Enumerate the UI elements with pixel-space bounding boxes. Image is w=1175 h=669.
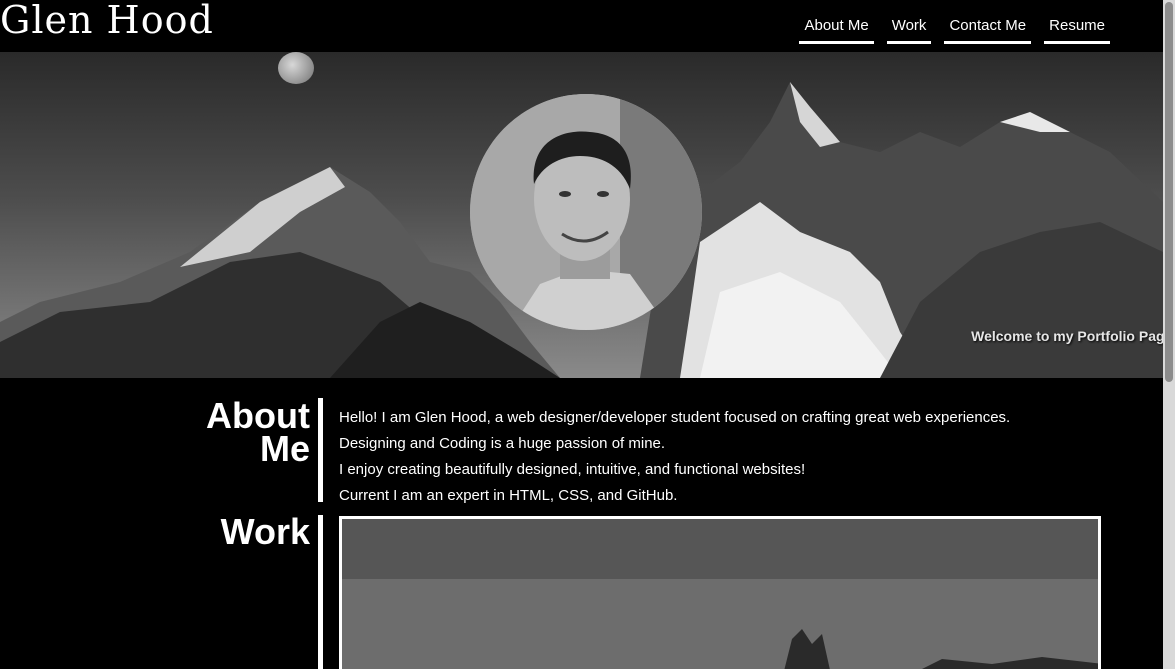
- about-heading: About Me: [190, 398, 310, 469]
- welcome-caption: Welcome to my Portfolio Page!: [971, 328, 1163, 344]
- about-line: I enjoy creating beautifully designed, i…: [339, 461, 806, 478]
- about-line: Current I am an expert in HTML, CSS, and…: [339, 487, 678, 504]
- about-line: Hello! I am Glen Hood, a web designer/de…: [339, 409, 1011, 426]
- main-nav: About Me Work Contact Me Resume: [799, 17, 1110, 44]
- work-divider: [318, 515, 323, 669]
- moon-image: [278, 52, 314, 84]
- profile-photo: [470, 94, 702, 330]
- about-divider: [318, 398, 323, 502]
- work-heading: Work: [220, 511, 310, 552]
- nav-resume[interactable]: Resume: [1044, 17, 1110, 44]
- hero-banner: Welcome to my Portfolio Page!: [0, 52, 1163, 378]
- about-text: Hello! I am Glen Hood, a web designer/de…: [339, 405, 1010, 509]
- scrollbar-thumb[interactable]: [1165, 2, 1173, 382]
- page-scrollbar[interactable]: [1163, 0, 1175, 669]
- about-heading-line2: Me: [259, 428, 310, 469]
- about-line: Designing and Coding is a huge passion o…: [339, 435, 666, 452]
- work-project-image[interactable]: [339, 516, 1101, 669]
- site-header: Glen Hood About Me Work Contact Me Resum…: [0, 0, 1163, 52]
- nav-work[interactable]: Work: [886, 17, 932, 44]
- nav-about-me[interactable]: About Me: [799, 17, 874, 44]
- nav-contact-me[interactable]: Contact Me: [944, 17, 1032, 44]
- site-logo[interactable]: Glen Hood: [0, 0, 214, 42]
